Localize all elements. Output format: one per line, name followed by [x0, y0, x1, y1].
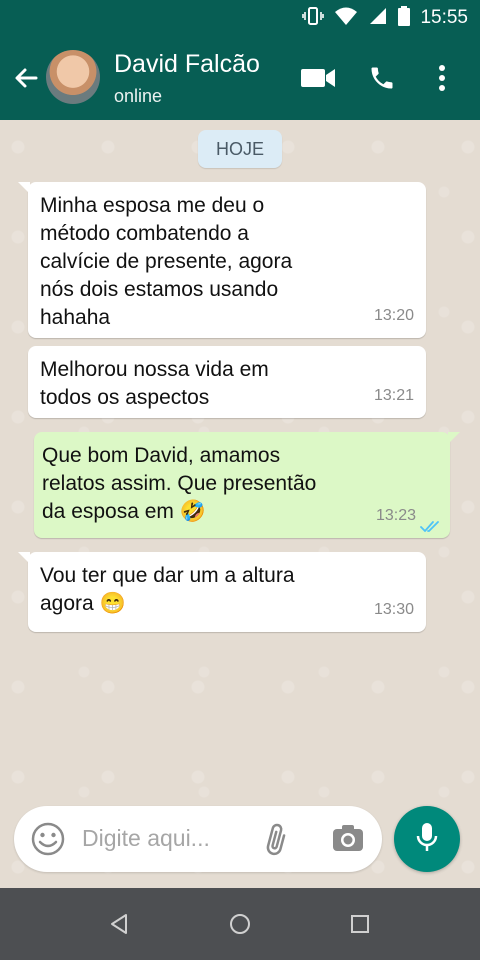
back-arrow-icon[interactable]: [10, 62, 42, 94]
message-time: 13:23: [375, 507, 416, 524]
message-input[interactable]: Digite aqui...: [82, 825, 210, 852]
attach-icon[interactable]: [260, 821, 296, 862]
battery-icon: [398, 5, 411, 31]
contact-status: online: [114, 86, 163, 106]
bubble-tail: [448, 432, 460, 444]
emoji-icon[interactable]: [30, 821, 66, 862]
video-call-icon[interactable]: [298, 58, 338, 98]
status-icons: 15:55: [302, 0, 468, 36]
double-check-icon: [420, 514, 442, 532]
message-text: Que bom David, amamos relatos assim. Que…: [42, 444, 317, 523]
message-outgoing[interactable]: Que bom David, amamos relatos assim. Que…: [34, 432, 460, 538]
message-text: Melhorou nossa vida em todos os aspectos: [40, 358, 269, 409]
message-text: Vou ter que dar um a altura agora 😁: [40, 564, 295, 615]
signal-icon: [368, 6, 388, 31]
more-options-icon[interactable]: [422, 58, 462, 98]
date-chip: HOJE: [198, 130, 282, 168]
chat-header: David Falcão online: [0, 36, 480, 120]
bubble-tail: [18, 552, 30, 564]
camera-icon[interactable]: [330, 821, 366, 862]
system-nav-bar: [0, 888, 480, 960]
message-time: 13:20: [373, 307, 414, 324]
message-time: 13:21: [373, 387, 414, 404]
contact-name[interactable]: David Falcão: [114, 50, 260, 79]
message-incoming[interactable]: Melhorou nossa vida em todos os aspectos…: [28, 346, 426, 418]
avatar[interactable]: [46, 50, 100, 104]
message-incoming[interactable]: Vou ter que dar um a altura agora 😁 13:3…: [18, 552, 426, 632]
wifi-icon: [334, 6, 358, 31]
nav-home-icon[interactable]: [222, 906, 258, 942]
message-text: Minha esposa me deu o método combatendo …: [40, 194, 293, 329]
status-time: 15:55: [420, 7, 468, 28]
message-composer[interactable]: Digite aqui...: [14, 806, 382, 872]
vibrate-icon: [302, 6, 325, 31]
status-bar: 15:55: [0, 0, 480, 36]
mic-icon: [415, 821, 439, 858]
phone-icon[interactable]: [362, 58, 402, 98]
chat-area: HOJE Minha esposa me deu o método combat…: [0, 120, 480, 888]
message-time: 13:30: [373, 601, 414, 618]
message-incoming[interactable]: Minha esposa me deu o método combatendo …: [18, 182, 426, 338]
bubble-tail: [18, 182, 30, 194]
mic-button[interactable]: [394, 806, 460, 872]
nav-recents-icon[interactable]: [342, 906, 378, 942]
nav-back-icon[interactable]: [102, 906, 138, 942]
